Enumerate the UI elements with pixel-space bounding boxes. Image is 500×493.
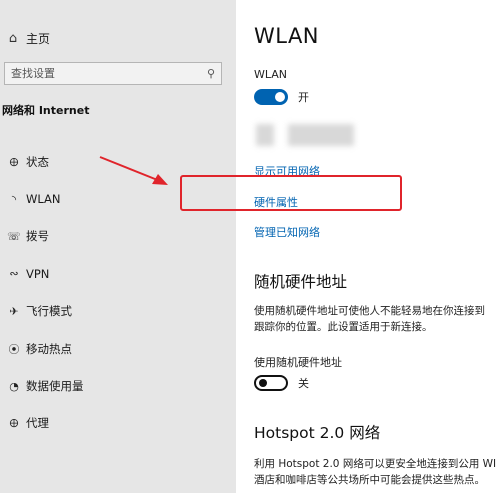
annotation-arrow	[99, 156, 168, 185]
